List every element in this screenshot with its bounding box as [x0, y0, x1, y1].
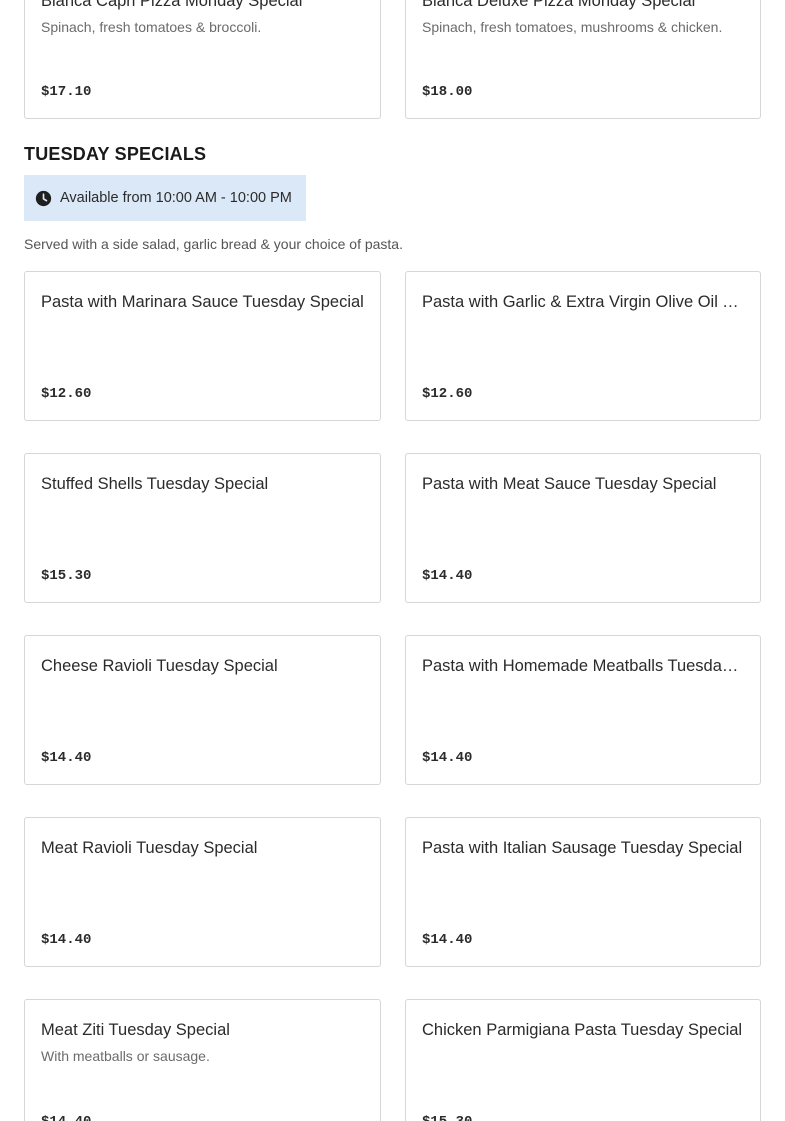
menu-item-title: Chicken Parmigiana Pasta Tuesday Special — [422, 1021, 743, 1039]
section-description: Served with a side salad, garlic bread &… — [24, 236, 403, 252]
menu-item-card[interactable]: Meat Ravioli Tuesday Special $14.40 — [24, 817, 381, 967]
menu-item-price: $17.10 — [41, 84, 92, 100]
menu-item-price: $18.00 — [422, 84, 473, 100]
menu-item-card[interactable]: Bianca Deluxe Pizza Monday Special Spina… — [405, 0, 761, 119]
menu-item-card[interactable]: Stuffed Shells Tuesday Special $15.30 — [24, 453, 381, 603]
menu-item-title: Pasta with Marinara Sauce Tuesday Specia… — [41, 293, 364, 311]
menu-item-description: Spinach, fresh tomatoes, mushrooms & chi… — [422, 19, 723, 35]
menu-item-title: Bianca Deluxe Pizza Monday Special — [422, 0, 696, 10]
availability-text: Available from 10:00 AM - 10:00 PM — [60, 190, 292, 206]
section-title: TUESDAY SPECIALS — [24, 144, 207, 164]
menu-item-card[interactable]: Bianca Capri Pizza Monday Special Spinac… — [24, 0, 381, 119]
menu-item-card[interactable]: Pasta with Meat Sauce Tuesday Special $14… — [405, 453, 761, 603]
menu-item-price: $12.60 — [422, 386, 473, 402]
menu-item-card[interactable]: Chicken Parmigiana Pasta Tuesday Special… — [405, 999, 761, 1121]
menu-item-price: $14.40 — [422, 932, 473, 948]
menu-item-title: Pasta with Italian Sausage Tuesday Speci… — [422, 839, 743, 857]
menu-item-price: $14.40 — [422, 568, 473, 584]
menu-page: Bianca Capri Pizza Monday Special Spinac… — [0, 0, 785, 1121]
menu-item-price: $15.30 — [41, 568, 92, 584]
menu-item-title: Pasta with Garlic & Extra Virgin Olive O… — [422, 293, 746, 311]
menu-item-card[interactable]: Meat Ziti Tuesday Special With meatballs … — [24, 999, 381, 1121]
menu-item-price: $14.40 — [41, 1113, 91, 1121]
clock-icon — [35, 190, 52, 206]
menu-item-title: Meat Ravioli Tuesday Special — [41, 839, 258, 857]
menu-item-price: $14.40 — [41, 932, 92, 948]
menu-item-card[interactable]: Cheese Ravioli Tuesday Special $14.40 — [24, 635, 381, 785]
menu-item-card[interactable]: Pasta with Homemade Meatballs Tuesday Sp… — [405, 635, 761, 785]
menu-item-card[interactable]: Pasta with Italian Sausage Tuesday Speci… — [405, 817, 761, 967]
menu-item-title: Meat Ziti Tuesday Special — [41, 1021, 230, 1039]
menu-item-title: Bianca Capri Pizza Monday Special — [41, 0, 303, 10]
menu-item-description: Spinach, fresh tomatoes & broccoli. — [41, 19, 262, 35]
menu-item-price: $12.60 — [41, 386, 92, 402]
menu-item-price: $14.40 — [41, 750, 92, 766]
menu-item-price: $14.40 — [422, 750, 473, 766]
menu-item-card[interactable]: Pasta with Marinara Sauce Tuesday Specia… — [24, 271, 381, 421]
availability-badge: Available from 10:00 AM - 10:00 PM — [24, 175, 306, 221]
menu-item-title: Pasta with Meat Sauce Tuesday Special — [422, 475, 717, 493]
menu-item-price: $15.30 — [422, 1113, 472, 1121]
menu-item-title: Cheese Ravioli Tuesday Special — [41, 657, 278, 675]
menu-item-description: With meatballs or sausage. — [41, 1048, 210, 1064]
menu-item-title: Pasta with Homemade Meatballs Tuesday Sp… — [422, 657, 746, 675]
menu-item-card[interactable]: Pasta with Garlic & Extra Virgin Olive O… — [405, 271, 761, 421]
menu-item-title: Stuffed Shells Tuesday Special — [41, 475, 269, 493]
